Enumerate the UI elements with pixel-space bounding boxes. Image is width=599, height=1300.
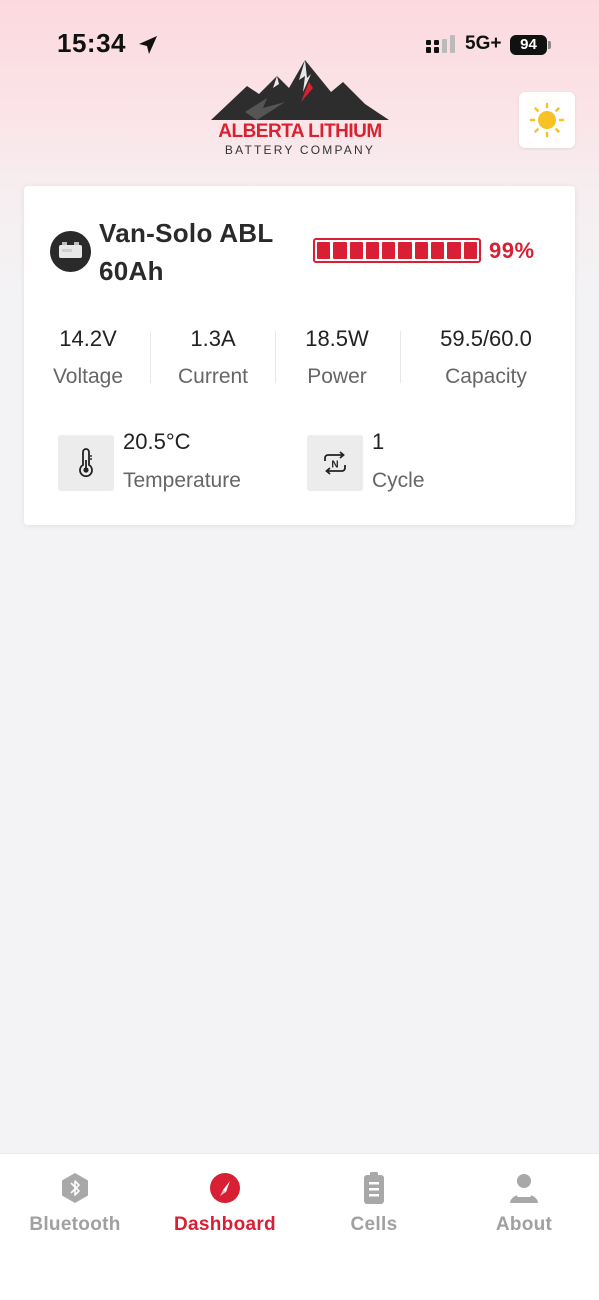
- battery-segment: [365, 242, 380, 259]
- stat-value: 1.3A: [190, 326, 236, 351]
- phone-battery-level: 94: [510, 35, 547, 55]
- stat-capacity: 59.5/60.0 Capacity: [416, 321, 556, 393]
- temperature-value: 20.5°C: [123, 429, 191, 454]
- status-time: 15:34: [57, 28, 126, 58]
- stat-label: Power: [307, 365, 367, 388]
- company-logo: ALBERTA LITHIUM BATTERY COMPANY: [205, 58, 395, 158]
- battery-card[interactable]: Van-Solo ABL 60Ah 99% 14.2V Voltage 1.3A…: [24, 186, 575, 525]
- tab-about[interactable]: About: [449, 1154, 599, 1254]
- mountain-logo-icon: [211, 60, 389, 120]
- battery-segment: [333, 242, 347, 259]
- svg-text:N: N: [331, 460, 338, 471]
- stat-power: 18.5W Power: [287, 321, 387, 393]
- battery-segment: [414, 242, 429, 259]
- stat-current: 1.3A Current: [163, 321, 263, 393]
- theme-toggle-button[interactable]: [519, 92, 575, 148]
- temperature-label: Temperature: [123, 469, 241, 492]
- stat-voltage: 14.2V Voltage: [38, 321, 138, 393]
- thermometer-icon: [58, 435, 114, 491]
- battery-nub: [548, 41, 551, 49]
- tab-bluetooth[interactable]: Bluetooth: [0, 1154, 150, 1254]
- about-icon: [508, 1172, 540, 1204]
- stats-row: 14.2V Voltage 1.3A Current 18.5W Power 5…: [24, 321, 575, 391]
- dashboard-icon: [209, 1172, 241, 1204]
- device-name: Van-Solo ABL 60Ah: [99, 218, 274, 286]
- stat-divider: [275, 331, 276, 383]
- battery-segment: [382, 242, 396, 259]
- cycle-value: 1: [372, 429, 385, 454]
- logo-subtitle: BATTERY COMPANY: [224, 143, 376, 157]
- cycle-icon: N: [307, 435, 363, 491]
- signal-icon: [426, 35, 455, 53]
- stat-divider: [400, 331, 401, 383]
- battery-level-bar: [313, 238, 481, 263]
- bottom-tab-bar: Bluetooth Dashboard Cells About: [0, 1153, 599, 1300]
- stat-label: Current: [177, 365, 249, 388]
- tab-label: Cells: [350, 1214, 398, 1235]
- cycle-label: Cycle: [372, 469, 425, 492]
- tab-cells[interactable]: Cells: [299, 1154, 449, 1254]
- battery-device-icon: [50, 231, 91, 272]
- stat-divider: [150, 331, 151, 383]
- cells-icon: [358, 1172, 390, 1204]
- battery-segment: [398, 242, 412, 259]
- battery-segment: [317, 242, 331, 259]
- stat-label: Capacity: [445, 365, 527, 388]
- battery-segment: [431, 242, 445, 259]
- tab-label: Dashboard: [174, 1214, 276, 1235]
- tab-dashboard[interactable]: Dashboard: [150, 1154, 300, 1254]
- stat-value: 59.5/60.0: [440, 326, 532, 351]
- stat-label: Voltage: [52, 365, 124, 388]
- location-arrow-icon: [139, 36, 157, 54]
- bluetooth-icon: [59, 1172, 91, 1204]
- stat-value: 14.2V: [59, 326, 117, 351]
- battery-segment: [349, 242, 363, 259]
- stat-value: 18.5W: [305, 326, 369, 351]
- tab-label: Bluetooth: [29, 1214, 121, 1235]
- network-type: 5G+: [465, 33, 502, 54]
- tab-label: About: [495, 1214, 553, 1235]
- logo-title: ALBERTA LITHIUM: [218, 121, 382, 142]
- battery-percent: 99%: [489, 238, 535, 263]
- battery-segment: [447, 242, 461, 259]
- sun-icon: [529, 102, 565, 138]
- battery-segment: [463, 242, 477, 259]
